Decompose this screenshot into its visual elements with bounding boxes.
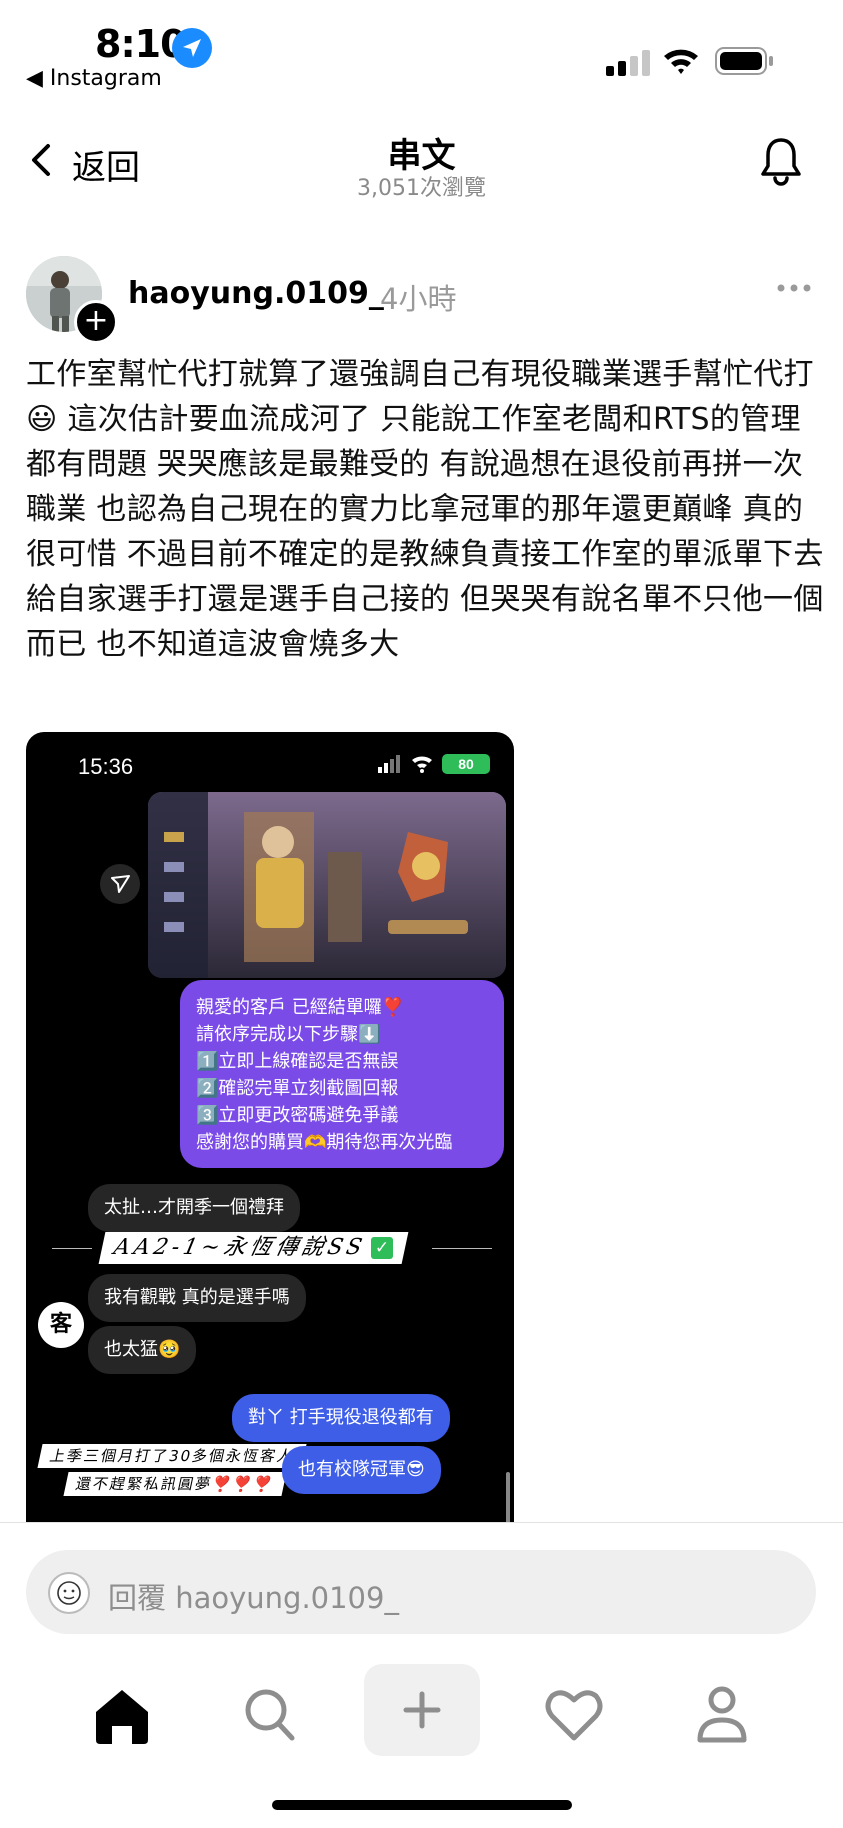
reply-divider bbox=[0, 1522, 843, 1523]
grinning-emoji: 😃 bbox=[26, 402, 58, 437]
follow-plus-icon[interactable]: + bbox=[74, 300, 118, 344]
customer-label: 客 bbox=[38, 1302, 84, 1348]
bell-icon[interactable] bbox=[758, 136, 804, 186]
plus-icon bbox=[403, 1691, 441, 1729]
tab-activity[interactable] bbox=[526, 1668, 622, 1758]
screenshot-battery: 80 bbox=[458, 756, 474, 772]
location-arrow-icon bbox=[172, 28, 212, 68]
post-time: 4小時 bbox=[380, 282, 457, 316]
chat-message-1: 太扯…才開季一個禮拜 bbox=[88, 1184, 300, 1232]
my-avatar bbox=[48, 1572, 90, 1614]
check-mark-icon: ✓ bbox=[371, 1237, 394, 1259]
battery-icon bbox=[715, 47, 773, 75]
home-icon bbox=[96, 1690, 148, 1744]
promo-stripe-1: 上季三個月打了30多個永恆客人 bbox=[37, 1444, 307, 1468]
tab-home[interactable] bbox=[74, 1668, 170, 1758]
screenshot-status-time: 15:36 bbox=[78, 754, 134, 779]
banner-strip: AA2-1~永恆傳說SS ✓ bbox=[52, 1232, 492, 1264]
post-body: 工作室幫忙代打就算了還強調自己有現役職業選手幫忙代打 😃 這次估計要血流成河了 只… bbox=[26, 352, 826, 667]
back-to-app-link[interactable]: ◀ Instagram bbox=[26, 66, 162, 91]
more-options-icon[interactable] bbox=[776, 278, 812, 298]
chat-message-3: 也太猛🥹 bbox=[88, 1326, 197, 1374]
author-username[interactable]: haoyung.0109_ bbox=[128, 276, 384, 311]
search-icon bbox=[245, 1689, 295, 1741]
home-indicator bbox=[272, 1800, 572, 1810]
promo-stripe-2: 還不趕緊私訊圓夢❣️❣️❣️ bbox=[63, 1472, 287, 1496]
wifi-icon bbox=[664, 49, 698, 74]
reply-message-1: 對ㄚ 打手現役退役都有 bbox=[232, 1394, 450, 1442]
tab-profile[interactable] bbox=[674, 1668, 770, 1758]
cellular-signal-icon bbox=[606, 50, 650, 76]
game-screenshot-image bbox=[148, 792, 506, 978]
post-text-part1: 工作室幫忙代打就算了還強調自己有現役職業選手幫忙代打 bbox=[26, 357, 814, 392]
tab-new-post[interactable] bbox=[364, 1664, 480, 1756]
reply-message-2: 也有校隊冠軍😎 bbox=[282, 1446, 441, 1494]
order-complete-message: 親愛的客戶 已經結單囉❣️ 請依序完成以下步驟⬇️ 1️⃣立即上線確認是否無誤 … bbox=[180, 980, 504, 1168]
post-text-part2: 這次估計要血流成河了 只能說工作室老闆和RTS的管理都有問題 哭哭應該是最難受的… bbox=[26, 402, 824, 662]
banner-box: AA2-1~永恆傳說SS ✓ bbox=[98, 1232, 409, 1264]
screenshot-status-icons: 80 bbox=[378, 754, 490, 774]
send-arrow-icon[interactable] bbox=[100, 864, 140, 904]
banner-text: AA2-1~永恆傳說SS bbox=[111, 1235, 369, 1260]
profile-icon bbox=[697, 1686, 747, 1743]
chat-message-2: 我有觀戰 真的是選手嗎 bbox=[88, 1274, 306, 1322]
reply-placeholder[interactable]: 回覆 haoyung.0109_ bbox=[108, 1575, 399, 1617]
heart-icon bbox=[545, 1690, 603, 1741]
tab-search[interactable] bbox=[222, 1668, 318, 1758]
view-count: 3,051次瀏覽 bbox=[357, 176, 486, 201]
